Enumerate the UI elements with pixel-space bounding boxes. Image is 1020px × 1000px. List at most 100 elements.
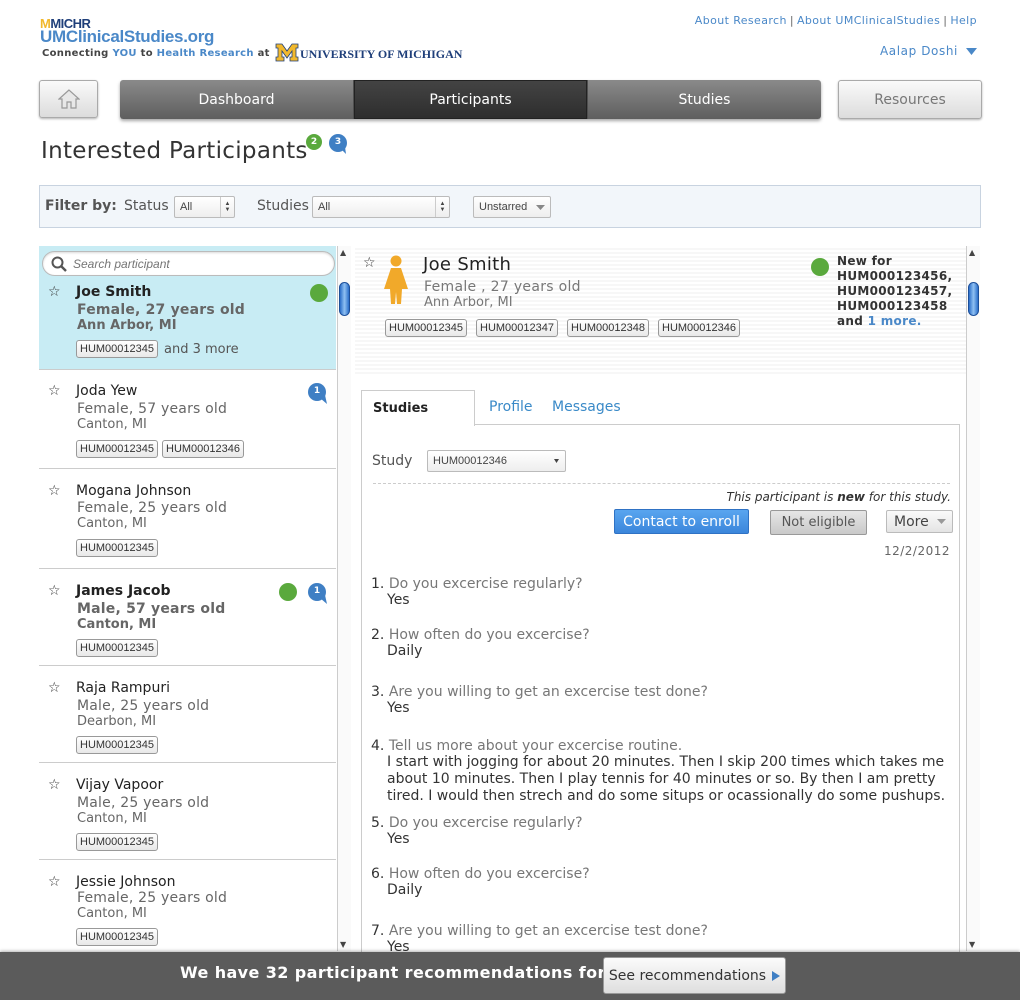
search-box xyxy=(42,251,335,276)
scroll-up-icon[interactable]: ▲ xyxy=(340,248,346,257)
message-badge: 1 xyxy=(307,583,329,605)
star-icon[interactable]: ☆ xyxy=(48,284,61,300)
scroll-down-icon[interactable]: ▼ xyxy=(340,940,346,949)
starred-select[interactable]: Unstarred xyxy=(473,196,551,218)
participant-name: Jessie Johnson xyxy=(76,874,176,890)
search-input[interactable] xyxy=(73,256,313,271)
university-logo: UNIVERSITY OF MICHIGAN xyxy=(275,43,462,62)
participant-location: Canton, MI xyxy=(77,417,147,432)
see-recommendations-button[interactable]: See recommendations xyxy=(603,957,786,994)
star-icon[interactable]: ☆ xyxy=(48,777,61,793)
home-icon xyxy=(57,89,80,109)
study-tag: HUM00012345 xyxy=(76,539,158,557)
see-recommendations-label: See recommendations xyxy=(608,967,767,984)
block-m-icon xyxy=(275,43,299,62)
participant-name: Raja Rampuri xyxy=(76,680,170,696)
detail-scrollbar[interactable]: ▲ ▼ xyxy=(966,246,980,951)
star-icon[interactable]: ☆ xyxy=(48,680,61,696)
participant-tags: HUM00012345 xyxy=(76,639,162,657)
tab-messages[interactable]: Messages xyxy=(552,399,621,415)
caret-down-icon xyxy=(966,47,977,55)
study-tag: HUM00012346 xyxy=(658,319,740,337)
scroll-thumb[interactable] xyxy=(968,282,979,316)
contact-to-enroll-button[interactable]: Contact to enroll xyxy=(614,509,749,534)
site-logo[interactable]: UMClinicalStudies.org xyxy=(40,27,214,47)
participant-tags: HUM00012345 xyxy=(76,736,162,754)
study-tag: HUM00012345 xyxy=(76,639,158,657)
question-item: 2. How often do you excercise? Daily xyxy=(371,627,590,659)
studies-select[interactable]: All ▲ ▼ xyxy=(312,196,450,218)
star-icon[interactable]: ☆ xyxy=(48,874,61,890)
new-for-more-link[interactable]: 1 more. xyxy=(868,314,922,328)
main-nav: Dashboard Participants Studies xyxy=(120,80,821,119)
user-name: Aalap Doshi xyxy=(879,44,958,58)
participant-location: Canton, MI xyxy=(77,811,147,826)
nav-tab-participants[interactable]: Participants xyxy=(354,80,588,119)
participant-name: James Jacob xyxy=(76,583,171,599)
more-tags: and 3 more xyxy=(164,341,239,357)
participant-location: Canton, MI xyxy=(77,516,147,531)
participant-tags: HUM00012345 HUM00012346 xyxy=(76,440,248,458)
recommendation-text: We have 32 participant recommendations f… xyxy=(180,963,646,982)
status-select-value: All xyxy=(180,201,193,213)
participant-desc: Female, 25 years old xyxy=(77,890,228,906)
scroll-thumb[interactable] xyxy=(339,282,350,316)
new-status-dot xyxy=(310,284,328,302)
star-icon[interactable]: ☆ xyxy=(48,483,61,499)
play-arrow-icon xyxy=(772,970,781,981)
participant-row[interactable]: ☆ Raja Rampuri Male, 25 years old Dearbo… xyxy=(39,666,336,763)
starred-select-value: Unstarred xyxy=(479,201,528,213)
new-for-note: New for HUM000123456, HUM000123457, HUM0… xyxy=(837,254,953,328)
question-item: 5. Do you excercise regularly? Yes xyxy=(371,815,583,847)
star-icon[interactable]: ☆ xyxy=(48,583,61,599)
participant-row[interactable]: ☆ Vijay Vapoor Male, 25 years old Canton… xyxy=(39,763,336,860)
nav-tab-dashboard[interactable]: Dashboard xyxy=(120,80,354,119)
participant-tags: HUM00012345 xyxy=(76,833,162,851)
not-eligible-button[interactable]: Not eligible xyxy=(770,510,867,535)
detail-location: Ann Arbor, MI xyxy=(424,295,513,310)
new-status-dot xyxy=(279,583,297,601)
response-date: 12/2/2012 xyxy=(883,544,950,558)
participant-row[interactable]: ☆ James Jacob Male, 57 years old Canton,… xyxy=(39,569,336,666)
scroll-up-icon[interactable]: ▲ xyxy=(969,248,975,257)
more-button[interactable]: More xyxy=(886,510,953,533)
help-link[interactable]: Help xyxy=(950,14,977,27)
more-button-label: More xyxy=(894,513,929,530)
nav-tab-studies[interactable]: Studies xyxy=(588,80,821,119)
star-icon[interactable]: ☆ xyxy=(363,255,376,271)
home-button[interactable] xyxy=(39,80,98,118)
study-tag: HUM00012346 xyxy=(162,440,244,458)
about-site-link[interactable]: About UMClinicalStudies xyxy=(797,14,940,27)
detail-name: Joe Smith xyxy=(423,254,512,275)
participant-desc: Male, 25 years old xyxy=(77,795,210,811)
list-scrollbar[interactable]: ▲ ▼ xyxy=(337,246,351,951)
scroll-down-icon[interactable]: ▼ xyxy=(969,940,975,949)
star-icon[interactable]: ☆ xyxy=(48,383,61,399)
study-tag: HUM00012345 xyxy=(385,319,467,337)
page-title: Interested Participants xyxy=(41,138,308,164)
participant-row[interactable]: ☆ Mogana Johnson Female, 25 years old Ca… xyxy=(39,469,336,569)
study-tag: HUM00012345 xyxy=(76,736,158,754)
study-tag: HUM00012347 xyxy=(476,319,558,337)
participant-name: Joda Yew xyxy=(76,383,138,399)
resources-button[interactable]: Resources xyxy=(838,80,982,119)
about-research-link[interactable]: About Research xyxy=(695,14,787,27)
search-icon xyxy=(51,256,67,272)
user-menu[interactable]: Aalap Doshi xyxy=(880,44,977,58)
study-select-value: HUM00012346 xyxy=(433,455,507,467)
tab-profile[interactable]: Profile xyxy=(489,399,533,415)
caret-down-icon xyxy=(937,519,946,524)
new-participant-note: This participant is new for this study. xyxy=(726,490,951,504)
participant-name: Mogana Johnson xyxy=(76,483,192,499)
question-item: 1. Do you excercise regularly? Yes xyxy=(371,576,583,608)
caret-down-icon xyxy=(554,459,559,463)
tab-studies[interactable]: Studies xyxy=(361,390,475,426)
study-tag: HUM00012345 xyxy=(76,928,158,946)
participant-row[interactable]: ☆ Joda Yew Female, 57 years old Canton, … xyxy=(39,370,336,469)
participant-row[interactable]: ☆ Jessie Johnson Female, 25 years old Ca… xyxy=(39,860,336,951)
participant-location: Ann Arbor, MI xyxy=(77,318,177,333)
study-tag: HUM00012345 xyxy=(76,833,158,851)
participant-desc: Female, 57 years old xyxy=(77,401,228,417)
study-select[interactable]: HUM00012346 xyxy=(427,450,566,472)
status-select[interactable]: All ▲ ▼ xyxy=(174,196,235,218)
